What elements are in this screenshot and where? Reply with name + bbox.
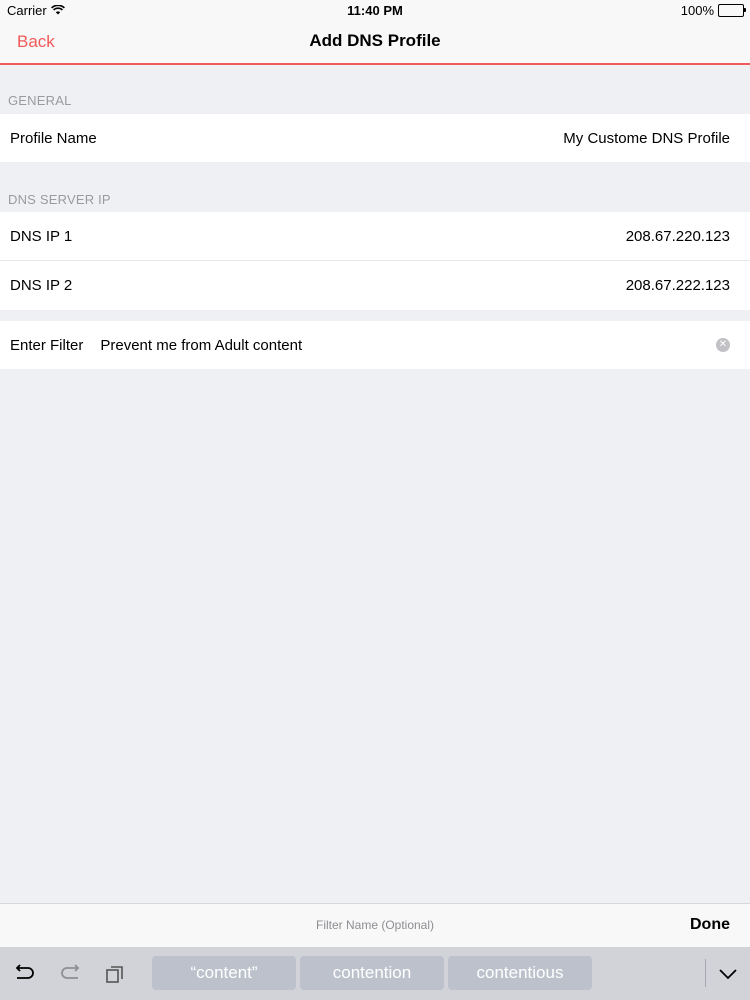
clear-icon[interactable]: ✕ — [716, 338, 730, 352]
status-bar: Carrier 11:40 PM 100% — [0, 0, 750, 22]
suggestion-3[interactable]: contentious — [448, 956, 592, 990]
navigation-bar: Back Add DNS Profile — [0, 22, 750, 65]
page-title: Add DNS Profile — [309, 31, 441, 50]
dns-ip-2-row[interactable]: DNS IP 2 208.67.222.123 — [0, 261, 750, 310]
filter-row: Enter Filter Prevent me from Adult conte… — [0, 321, 750, 369]
battery-label: 100% — [680, 3, 714, 18]
profile-name-label: Profile Name — [10, 129, 97, 147]
dns-ip-1-row[interactable]: DNS IP 1 208.67.220.123 — [0, 212, 750, 260]
keyboard-divider — [705, 959, 706, 987]
dns-ip-2-value[interactable]: 208.67.222.123 — [626, 277, 730, 294]
section-header-dns-server-ip: DNS SERVER IP — [8, 192, 111, 207]
filter-name-placeholder: Filter Name (Optional) — [315, 918, 435, 932]
dns-ip-1-label: DNS IP 1 — [10, 227, 73, 245]
suggestion-2[interactable]: contention — [300, 956, 444, 990]
profile-name-row[interactable]: Profile Name My Custome DNS Profile — [0, 114, 750, 162]
undo-icon[interactable] — [12, 961, 38, 987]
dns-ip-1-value[interactable]: 208.67.220.123 — [626, 228, 730, 245]
filter-label: Enter Filter — [10, 336, 84, 354]
dismiss-keyboard-icon[interactable] — [715, 961, 741, 987]
dns-ip-2-label: DNS IP 2 — [10, 277, 73, 294]
clock: 11:40 PM — [347, 3, 403, 18]
redo-icon[interactable] — [57, 961, 83, 987]
battery-icon — [718, 4, 746, 17]
keyboard-accessory-bar: Filter Name (Optional) Done — [0, 903, 750, 948]
profile-name-value[interactable]: My Custome DNS Profile — [563, 130, 730, 147]
keyboard-suggestion-bar: “content” contention contentious — [0, 947, 750, 1000]
done-button[interactable]: Done — [690, 916, 730, 934]
filter-input[interactable]: Prevent me from Adult content — [100, 337, 706, 354]
battery-indicator: 100% — [680, 3, 746, 18]
paste-icon[interactable] — [102, 961, 128, 987]
section-header-general: GENERAL — [8, 93, 72, 108]
suggestion-1[interactable]: “content” — [152, 956, 296, 990]
